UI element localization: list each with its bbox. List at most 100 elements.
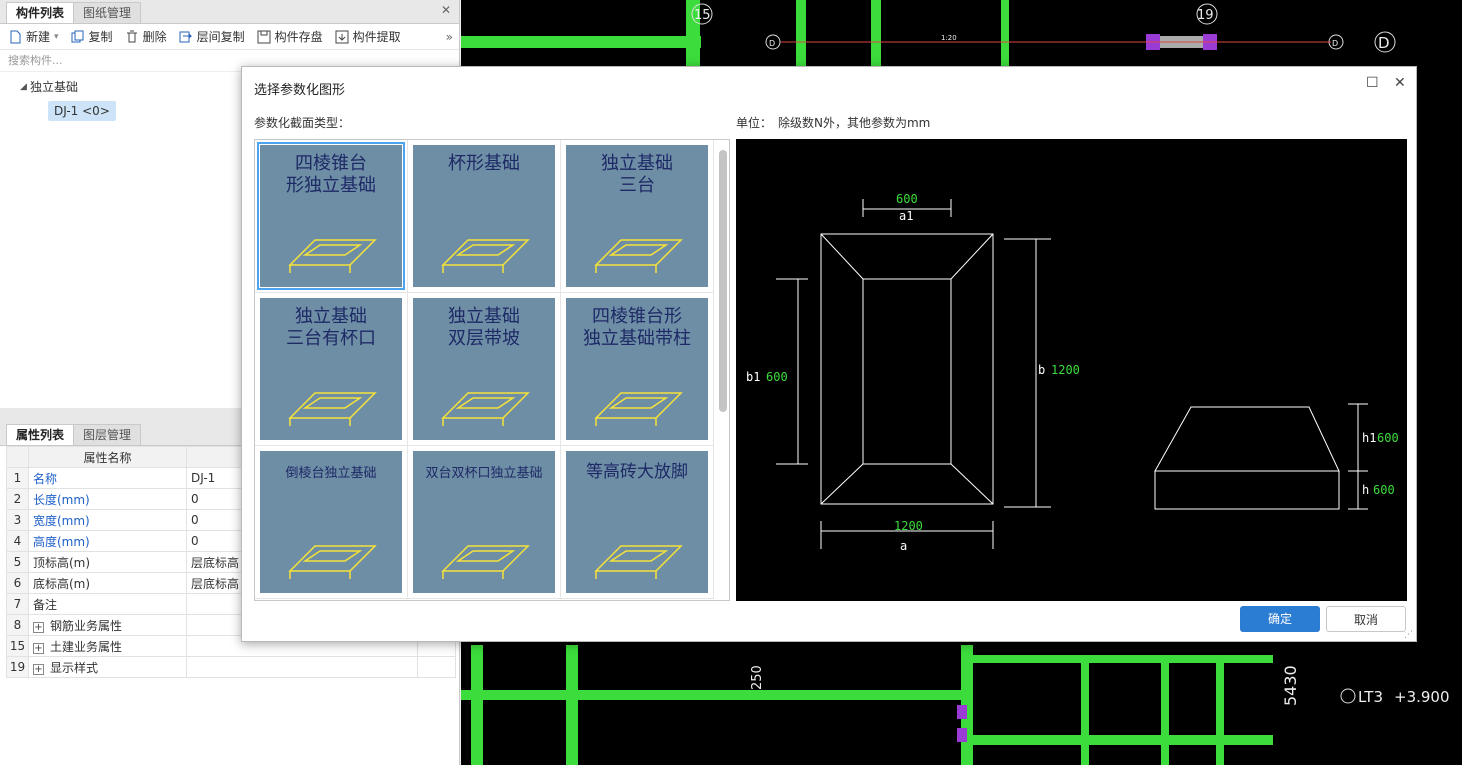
shape-preview: 600 a1 b1 600 b 1200 1200 a h1 600 h 600: [736, 139, 1407, 601]
shape-thumbnail: 双台双杯口独立基础: [413, 451, 555, 593]
svg-text:h1: h1: [1362, 431, 1376, 445]
resize-grip-icon[interactable]: ⋰: [1404, 630, 1413, 640]
svg-text:5430: 5430: [1281, 665, 1300, 706]
expand-icon[interactable]: +: [33, 642, 44, 654]
property-value[interactable]: [186, 656, 418, 678]
svg-text:1200: 1200: [894, 519, 923, 533]
shape-thumbnail: 四棱锥台 形独立基础: [257, 142, 405, 290]
row-number: 15: [6, 635, 29, 657]
row-number: 4: [6, 530, 29, 552]
row-number: 5: [6, 551, 29, 573]
svg-text:19: 19: [1197, 8, 1214, 23]
svg-text:D: D: [1378, 34, 1390, 52]
shape-title-line2: 三台有杯口: [286, 328, 376, 349]
shape-title-line1: 四棱锥台: [295, 153, 367, 174]
shape-diagram: 独立基础三台有杯口: [286, 306, 377, 426]
svg-text:600: 600: [1377, 431, 1399, 445]
shape-title-line1: 双台双杯口独立基础: [425, 466, 542, 481]
save-component-button[interactable]: 构件存盘: [257, 28, 323, 45]
svg-text:b: b: [1038, 363, 1045, 377]
shape-thumbnail: 独立基础 三台有杯口: [260, 298, 402, 440]
svg-text:b1: b1: [746, 370, 760, 384]
row-number: 2: [6, 488, 29, 510]
shape-diagram: 杯形基础: [441, 153, 530, 273]
more-icon[interactable]: »: [446, 30, 453, 44]
shape-option[interactable]: 独立基础 三台有杯口: [255, 293, 408, 446]
shape-diagram: 四棱锥台形独立基础带柱: [583, 306, 691, 426]
cancel-button[interactable]: 取消: [1326, 606, 1406, 632]
svg-text:600: 600: [896, 192, 918, 206]
expand-icon[interactable]: +: [33, 663, 44, 675]
shape-title-line1: 杯形基础: [448, 153, 520, 174]
property-name: 宽度(mm): [28, 509, 187, 531]
unit-text: 除级数N外，其他参数为mm: [778, 116, 931, 130]
property-name: 底标高(m): [28, 572, 187, 594]
shape-option[interactable]: 杯形基础: [408, 140, 561, 293]
unit-label: 单位：: [736, 116, 773, 130]
shape-option[interactable]: 四棱锥台 形独立基础: [255, 140, 408, 293]
row-number: 6: [6, 572, 29, 594]
close-icon[interactable]: ✕: [441, 3, 451, 17]
shape-title-line1: 独立基础: [295, 306, 367, 327]
save-icon: [257, 30, 271, 43]
shape-thumbnail: 倒棱台独立基础: [260, 451, 402, 593]
property-name: 长度(mm): [28, 488, 187, 510]
new-button[interactable]: 新建 ▾: [8, 28, 59, 45]
shape-thumbnail: 杯形基础: [413, 145, 555, 287]
shape-option[interactable]: 四棱锥台形 独立基础带柱: [561, 293, 714, 446]
shape-option[interactable]: 双台双杯口独立基础: [408, 446, 561, 599]
row-number: 3: [6, 509, 29, 531]
expand-icon[interactable]: +: [33, 621, 44, 633]
ok-button[interactable]: 确定: [1240, 606, 1320, 632]
property-name: + 显示样式: [28, 656, 187, 678]
property-name: 备注: [28, 593, 187, 615]
shape-diagram: 等高砖大放脚: [586, 462, 688, 579]
dialog-title: 选择参数化图形: [254, 83, 346, 98]
svg-text:LT3: LT3: [1358, 688, 1383, 706]
shape-title-line2: 独立基础带柱: [583, 328, 691, 349]
tab-layer-manage[interactable]: 图层管理: [73, 424, 142, 445]
shape-title-line1: 等高砖大放脚: [586, 462, 688, 482]
svg-text:D: D: [769, 39, 775, 48]
tree-item-dj1[interactable]: DJ-1 <0>: [48, 101, 116, 121]
shape-diagram: 独立基础三台: [594, 153, 683, 273]
property-row[interactable]: 19 + 显示样式: [6, 656, 456, 678]
shape-diagram: 双台双杯口独立基础: [425, 466, 543, 579]
close-icon[interactable]: ✕: [1394, 75, 1406, 91]
collapse-arrow-icon[interactable]: ◢: [20, 76, 27, 98]
tab-drawing-manage[interactable]: 图纸管理: [73, 2, 142, 23]
shape-option[interactable]: 倒棱台独立基础: [255, 446, 408, 599]
delete-button[interactable]: 删除: [125, 28, 167, 45]
svg-text:600: 600: [1373, 483, 1395, 497]
svg-text:h: h: [1362, 483, 1369, 497]
shape-diagram: 四棱锥台形独立基础: [286, 153, 377, 273]
shape-option[interactable]: 独立基础 三台: [561, 140, 714, 293]
floor-copy-icon: [179, 31, 192, 42]
extract-component-button[interactable]: 构件提取: [335, 28, 401, 45]
component-tabbar: 构件列表 图纸管理 ✕: [0, 0, 459, 24]
property-name: + 钢筋业务属性: [28, 614, 187, 636]
new-file-icon: [10, 30, 21, 43]
row-number: 1: [6, 467, 29, 489]
shape-title-line2: 形独立基础: [286, 175, 376, 196]
tab-property-list[interactable]: 属性列表: [6, 424, 75, 445]
svg-text:a1: a1: [899, 209, 913, 223]
tab-component-list[interactable]: 构件列表: [6, 2, 75, 23]
floor-copy-button[interactable]: 层间复制: [179, 28, 245, 45]
gallery-scrollbar[interactable]: [719, 150, 727, 412]
svg-text:+3.900: +3.900: [1394, 688, 1450, 706]
shape-option[interactable]: 等高砖大放脚: [561, 446, 714, 599]
svg-text:15: 15: [694, 8, 711, 23]
row-number: 7: [6, 593, 29, 615]
shape-title-line2: 双层带坡: [448, 328, 520, 349]
svg-text:600: 600: [766, 370, 788, 384]
maximize-icon[interactable]: ☐: [1366, 75, 1379, 91]
section-type-label: 参数化截面类型：: [254, 116, 351, 130]
shape-option[interactable]: 独立基础 双层带坡: [408, 293, 561, 446]
dropdown-icon[interactable]: ▾: [54, 32, 59, 42]
shape-thumbnail: 四棱锥台形 独立基础带柱: [566, 298, 708, 440]
shape-title-line2: 三台: [619, 175, 655, 196]
copy-button[interactable]: 复制: [71, 28, 113, 45]
trash-icon: [126, 30, 137, 42]
shape-thumbnail: 独立基础 三台: [566, 145, 708, 287]
